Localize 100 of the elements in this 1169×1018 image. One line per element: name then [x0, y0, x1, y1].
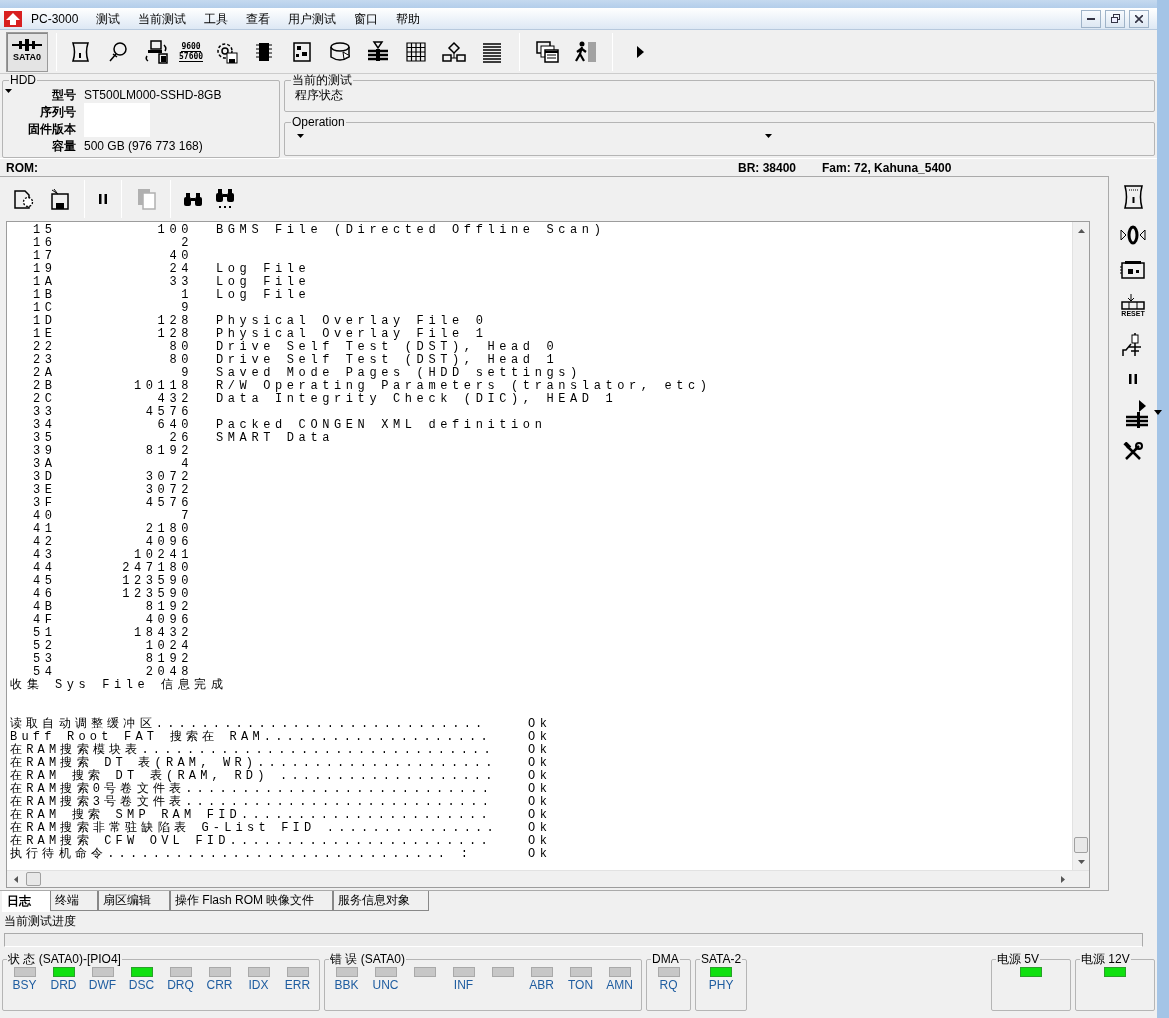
tab[interactable]: 服务信息对象: [333, 891, 430, 911]
tab[interactable]: 操作 Flash ROM 映像文件: [170, 891, 334, 911]
menu-item[interactable]: 用户测试: [279, 9, 346, 28]
led-label: PHY: [708, 977, 734, 993]
tab[interactable]: 日志: [2, 891, 50, 912]
menu-item[interactable]: 窗口: [345, 9, 388, 28]
log-id: 1A: [32, 276, 58, 289]
grid-icon[interactable]: [404, 39, 429, 64]
vertical-scrollbar[interactable]: [1072, 222, 1089, 870]
log-message: 在RAM搜索 DT 表(RAM, WR).....................: [10, 757, 498, 770]
log-description: Log File: [216, 276, 311, 289]
log-size: 123590: [121, 575, 193, 588]
binoculars-icon[interactable]: [183, 191, 203, 207]
counter-icon[interactable]: [1121, 294, 1145, 310]
log-id: 52: [32, 640, 58, 653]
dropdown-caret-icon[interactable]: [297, 134, 304, 138]
log-size: 1024: [144, 640, 193, 653]
log-size: 247180: [121, 562, 193, 575]
led-label: DRD: [50, 977, 77, 993]
play-stack-icon[interactable]: [1124, 400, 1150, 428]
close-button[interactable]: [1129, 9, 1149, 28]
flowchart-icon[interactable]: [442, 39, 467, 64]
page-gear-icon[interactable]: [12, 188, 36, 210]
field-label: 固件版本: [27, 120, 77, 138]
dropdown-caret-icon[interactable]: [765, 134, 772, 138]
menu-item[interactable]: 当前测试: [129, 9, 196, 28]
log-result: Ok: [528, 809, 552, 822]
log-size: 10241: [133, 549, 193, 562]
family-text: Fam: 72, Kahuna_5400: [822, 159, 952, 177]
panel-title: 电源 12V: [1080, 953, 1131, 965]
scroll-down-icon[interactable]: [1078, 859, 1085, 864]
log-id: 3D: [32, 471, 58, 484]
close-icon: [1135, 14, 1143, 23]
log-result: Ok: [528, 718, 552, 731]
panel-title: 错 误 (SATA0): [329, 953, 406, 965]
disk-icon[interactable]: [328, 39, 353, 64]
stacked-layers-icon[interactable]: [366, 39, 391, 64]
led-label: AMN: [606, 977, 633, 993]
led-label: IDX: [248, 977, 269, 993]
menu-item[interactable]: 工具: [195, 9, 238, 28]
log-description: Drive Self Test (DST), Head 1: [216, 354, 559, 367]
log-size: 128: [156, 328, 193, 341]
field-label: 型号: [51, 86, 77, 104]
log-description: R/W Operating Parameters (translator, etc): [216, 380, 712, 393]
log-id: 44: [32, 562, 58, 575]
app-logo-icon[interactable]: [4, 10, 22, 27]
window-stack-icon[interactable]: [535, 39, 560, 64]
menu-item[interactable]: PC-3000: [22, 9, 88, 28]
log-size: 4576: [144, 497, 193, 510]
log-message: 执行待机命令.............................. :: [10, 848, 474, 861]
log-id: 3E: [32, 484, 58, 497]
led-label: BSY: [12, 977, 37, 993]
scroll-up-icon[interactable]: [1078, 228, 1085, 233]
computer-transfer-icon[interactable]: [144, 39, 168, 64]
scroll-thumb[interactable]: [1074, 837, 1088, 853]
dropdown-caret-icon[interactable]: [5, 89, 12, 93]
log-size: 9: [180, 367, 193, 380]
pause-icon[interactable]: [97, 192, 109, 206]
scroll-info-icon[interactable]: [1121, 184, 1145, 210]
hammer-wrench-icon[interactable]: [1123, 442, 1143, 462]
log-message: 收集 Sys File 信息完成: [10, 679, 228, 692]
log-id: 53: [32, 653, 58, 666]
save-disk-icon[interactable]: [48, 188, 72, 210]
log-size: 432: [156, 393, 193, 406]
log-id: 4B: [32, 601, 58, 614]
log-size: 4576: [144, 406, 193, 419]
baud-rate-text: BR: 38400: [738, 159, 797, 177]
menu-item[interactable]: 帮助: [387, 9, 430, 28]
status-text: 程序状态: [294, 87, 344, 104]
log-message: 在RAM 搜索 SMP RAM FID......................: [10, 809, 493, 822]
tab[interactable]: 扇区编辑: [98, 891, 170, 911]
log-id: 3F: [32, 497, 58, 510]
restore-button[interactable]: [1105, 9, 1125, 28]
menu-item[interactable]: 测试: [87, 9, 130, 28]
menu-item[interactable]: 查看: [237, 9, 280, 28]
log-id: 1E: [32, 328, 58, 341]
zero-marker-icon[interactable]: [1120, 224, 1146, 246]
log-id: 17: [32, 250, 58, 263]
minimize-icon: [1087, 17, 1095, 20]
circuit-board-icon[interactable]: [1120, 260, 1146, 280]
log-size: 640: [156, 419, 193, 432]
dropdown-caret-icon[interactable]: [1154, 410, 1162, 415]
minimize-button[interactable]: [1081, 9, 1101, 28]
log-id: 1B: [32, 289, 58, 302]
log-id: 3A: [32, 458, 58, 471]
log-description: SMART Data: [216, 432, 334, 445]
pause-icon[interactable]: [1127, 372, 1139, 386]
log-size: 80: [168, 341, 193, 354]
horizontal-scrollbar[interactable]: [7, 870, 1089, 887]
field-value: 500 GB (976 773 168): [84, 137, 203, 155]
binoculars-next-icon[interactable]: [215, 189, 235, 209]
port-button[interactable]: SATA0: [6, 31, 48, 72]
scroll-thumb[interactable]: [26, 872, 41, 886]
tab[interactable]: 终端: [50, 891, 98, 911]
exit-door-icon[interactable]: [573, 39, 598, 64]
scroll-right-icon[interactable]: [1060, 876, 1065, 883]
log-message: 在RAM搜索非常驻缺陷表 G-List FID ...............: [10, 822, 499, 835]
scroll-left-icon[interactable]: [13, 876, 18, 883]
log-size: 8192: [144, 445, 193, 458]
log-size: 8192: [144, 653, 193, 666]
